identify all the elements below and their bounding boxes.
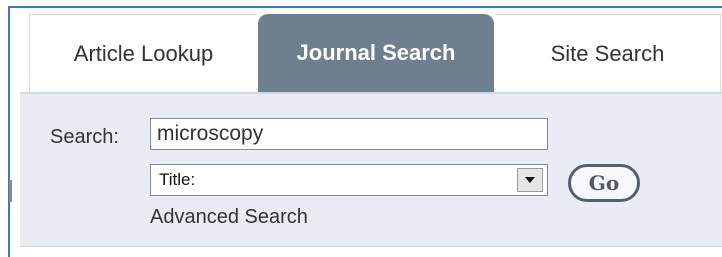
search-input[interactable] <box>150 118 548 150</box>
tab-article-lookup-label: Article Lookup <box>73 40 214 66</box>
tab-site-search[interactable]: Site Search <box>495 14 721 92</box>
search-field-selected-value: Title: <box>159 170 196 189</box>
go-button-label: Go <box>588 171 620 195</box>
tab-article-lookup[interactable]: Article Lookup <box>29 14 257 92</box>
tab-journal-search-label: Journal Search <box>296 40 456 65</box>
search-label: Search: <box>50 126 119 148</box>
advanced-search-link[interactable]: Advanced Search <box>150 206 308 229</box>
partial-left-glyph <box>9 180 12 202</box>
go-button[interactable]: Go <box>568 164 640 202</box>
chevron-down-icon[interactable] <box>517 168 543 192</box>
journal-search-panel: Search: Title: Go Advanced Search <box>20 92 722 247</box>
tab-site-search-label: Site Search <box>550 40 665 66</box>
search-field-select[interactable]: Title: <box>150 164 548 196</box>
tab-journal-search[interactable]: Journal Search <box>258 14 494 92</box>
search-tabs: Article Lookup Journal Search Site Searc… <box>12 14 721 92</box>
